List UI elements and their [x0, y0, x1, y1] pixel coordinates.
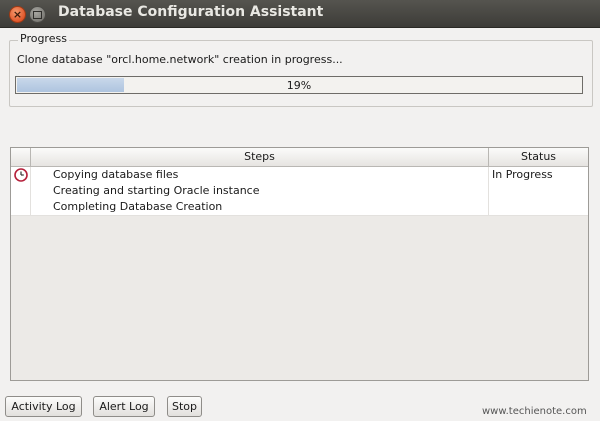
progress-group: [9, 40, 593, 107]
window-title: Database Configuration Assistant: [58, 4, 324, 20]
step-status: [489, 199, 588, 215]
progress-message: Clone database "orcl.home.network" creat…: [17, 53, 343, 66]
steps-column-header[interactable]: Steps: [31, 148, 489, 166]
row-icon-cell: [11, 183, 31, 199]
step-name: Copying database files: [31, 167, 489, 183]
step-name: Creating and starting Oracle instance: [31, 183, 489, 199]
title-bar: × Database Configuration Assistant: [0, 0, 600, 28]
window-close-button[interactable]: ×: [9, 6, 26, 23]
progress-percent-label: 19%: [286, 78, 312, 92]
icon-column-header: [11, 148, 31, 166]
activity-log-button[interactable]: Activity Log: [5, 396, 82, 417]
progress-group-label: Progress: [18, 32, 69, 45]
progress-bar: 19%: [15, 76, 583, 94]
stop-button[interactable]: Stop: [167, 396, 202, 417]
maximize-icon: [33, 10, 42, 19]
step-name: Completing Database Creation: [31, 199, 489, 215]
steps-table: Steps Status Copying database files In P…: [10, 147, 589, 381]
table-row[interactable]: Creating and starting Oracle instance: [11, 183, 588, 200]
row-icon-cell: [11, 167, 31, 183]
step-status: In Progress: [492, 168, 553, 181]
table-row[interactable]: Copying database files In Progress: [11, 167, 588, 184]
close-icon: ×: [12, 8, 23, 21]
alert-log-button[interactable]: Alert Log: [93, 396, 155, 417]
clock-icon: [13, 168, 28, 182]
row-icon-cell: [11, 199, 31, 215]
window-maximize-button[interactable]: [29, 6, 46, 23]
watermark: www.techienote.com: [482, 406, 587, 417]
table-header: Steps Status: [11, 148, 588, 167]
status-column-header[interactable]: Status: [489, 148, 588, 166]
step-status: [489, 183, 588, 199]
table-row[interactable]: Completing Database Creation: [11, 199, 588, 216]
